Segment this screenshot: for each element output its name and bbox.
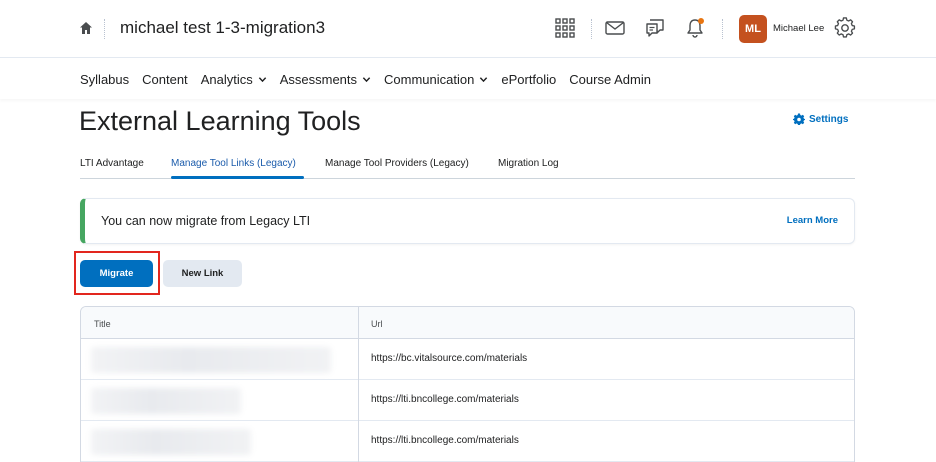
- avatar[interactable]: ML: [739, 15, 767, 43]
- new-link-button[interactable]: New Link: [163, 260, 242, 287]
- tab-manage-tool-providers[interactable]: Manage Tool Providers (Legacy): [325, 158, 469, 169]
- header-divider: [104, 19, 105, 39]
- chevron-down-icon: [362, 77, 371, 83]
- table-cell-url: https://lti.bncollege.com/materials: [371, 394, 519, 405]
- redacted-title: [91, 429, 251, 455]
- nav-item-assessments[interactable]: Assessments: [280, 72, 371, 87]
- waffle-grid-icon[interactable]: [554, 17, 576, 39]
- active-tab-indicator: [171, 176, 304, 179]
- gear-icon[interactable]: [834, 17, 856, 39]
- tab-bar: LTI Advantage Manage Tool Links (Legacy)…: [80, 150, 855, 179]
- chat-icon[interactable]: [644, 17, 666, 39]
- course-nav: Syllabus Content Analytics Assessments C…: [80, 72, 664, 87]
- nav-item-communication[interactable]: Communication: [384, 72, 488, 87]
- redacted-title: [91, 347, 331, 373]
- settings-button[interactable]: Settings: [793, 113, 848, 125]
- header-divider: [591, 19, 592, 39]
- redacted-title: [91, 388, 241, 414]
- course-navbar: Syllabus Content Analytics Assessments C…: [0, 59, 936, 99]
- tab-manage-tool-links[interactable]: Manage Tool Links (Legacy): [171, 158, 296, 169]
- column-header-title[interactable]: Title: [94, 319, 111, 329]
- gear-icon: [793, 113, 805, 125]
- tab-migration-log[interactable]: Migration Log: [498, 158, 559, 169]
- table-row[interactable]: https://lti.bncollege.com/materials: [81, 380, 854, 421]
- chevron-down-icon: [480, 77, 488, 83]
- table-row[interactable]: https://lti.bncollege.com/materials: [81, 421, 854, 462]
- course-title[interactable]: michael test 1-3-migration3: [120, 18, 325, 38]
- top-header: michael test 1-3-migration3 ML Michael L…: [0, 0, 936, 58]
- tool-links-table: Title Url https://bc.vitalsource.com/mat…: [80, 306, 855, 462]
- migration-alert: You can now migrate from Legacy LTI Lear…: [80, 198, 855, 244]
- alert-message: You can now migrate from Legacy LTI: [101, 214, 311, 228]
- user-name[interactable]: Michael Lee: [773, 23, 824, 34]
- tab-lti-advantage[interactable]: LTI Advantage: [80, 158, 144, 169]
- migrate-button[interactable]: Migrate: [80, 260, 153, 287]
- nav-item-eportfolio[interactable]: ePortfolio: [501, 72, 556, 87]
- nav-item-course-admin[interactable]: Course Admin: [569, 72, 651, 87]
- table-header: Title Url: [81, 307, 854, 339]
- nav-item-syllabus[interactable]: Syllabus: [80, 72, 129, 87]
- column-header-url[interactable]: Url: [371, 319, 383, 329]
- column-divider: [358, 307, 359, 462]
- page-title: External Learning Tools: [79, 106, 361, 136]
- table-cell-url: https://bc.vitalsource.com/materials: [371, 353, 528, 364]
- table-cell-url: https://lti.bncollege.com/materials: [371, 435, 519, 446]
- home-icon[interactable]: [79, 21, 93, 35]
- nav-item-analytics[interactable]: Analytics: [201, 72, 267, 87]
- nav-item-content[interactable]: Content: [142, 72, 188, 87]
- header-divider: [722, 19, 723, 39]
- bell-icon[interactable]: [684, 17, 706, 39]
- mail-icon[interactable]: [604, 17, 626, 39]
- table-row[interactable]: https://bc.vitalsource.com/materials: [81, 339, 854, 380]
- chevron-down-icon: [258, 77, 266, 83]
- notification-dot: [698, 18, 704, 24]
- learn-more-link[interactable]: Learn More: [787, 215, 838, 226]
